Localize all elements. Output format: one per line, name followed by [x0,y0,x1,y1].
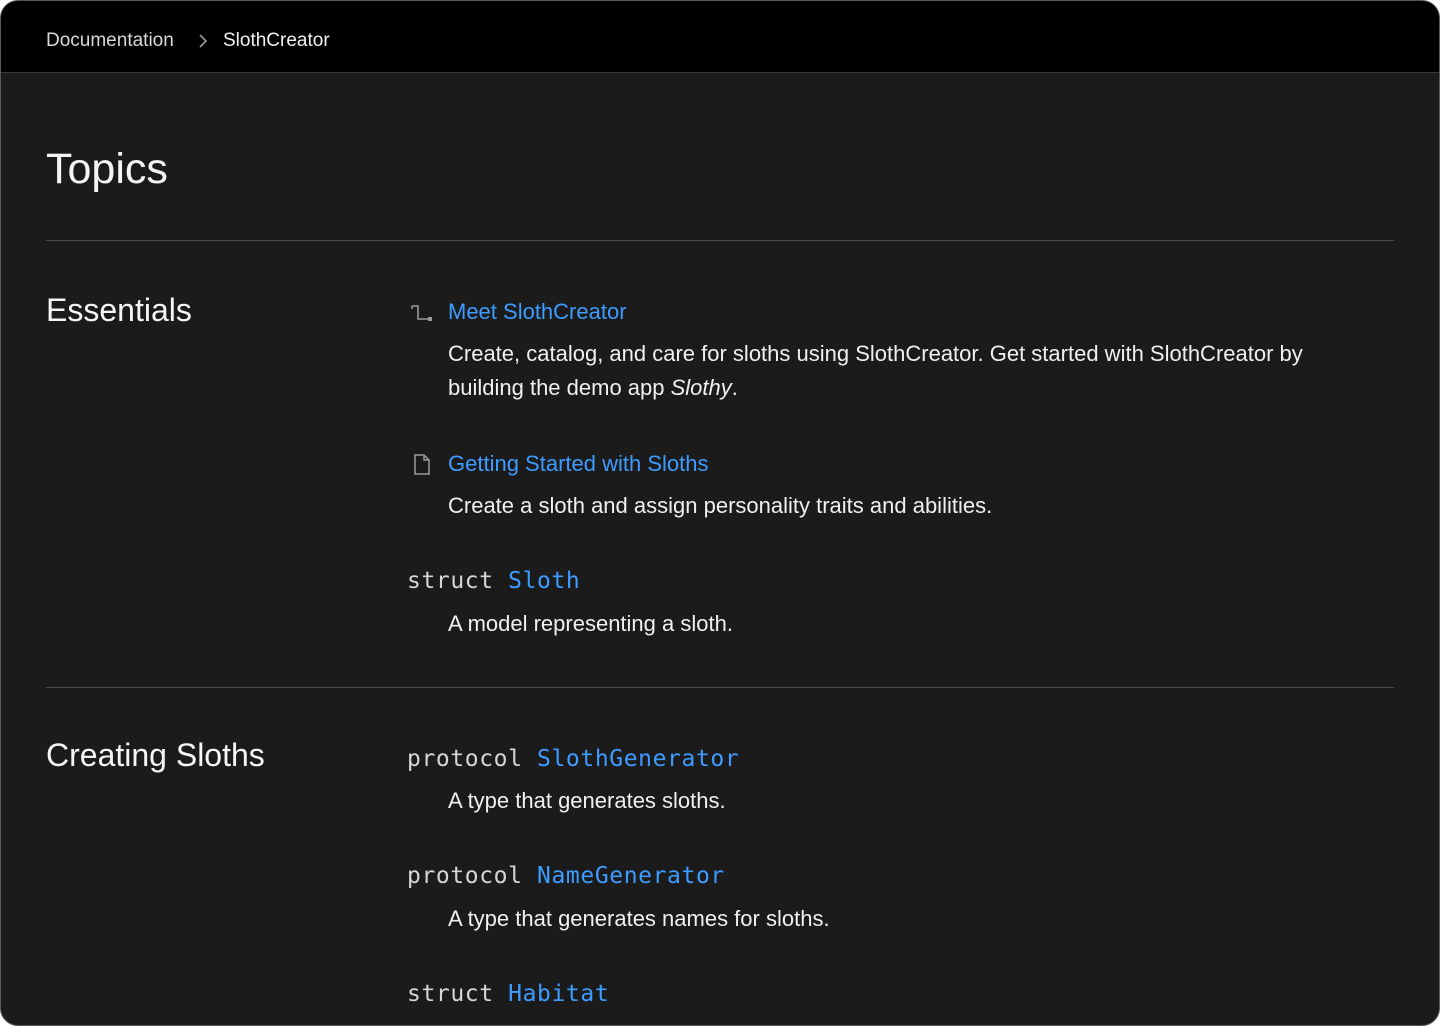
slothgenerator-symbol-link[interactable]: SlothGenerator [537,746,739,772]
section-title-creating-sloths: Creating Sloths [46,737,265,773]
getting-started-link[interactable]: Getting Started with Sloths [448,451,708,477]
protocol-keyword: protocol [407,746,523,772]
slothy-emphasis: Slothy [670,375,732,400]
protocol-keyword: protocol [407,863,523,889]
namegenerator-declaration: protocol NameGenerator [407,862,725,890]
navigation-bar: Documentation SlothCreator [1,1,1439,73]
breadcrumb-documentation[interactable]: Documentation [46,30,174,52]
section-title-essentials: Essentials [46,292,192,328]
namegenerator-description: A type that generates names for sloths. [448,906,830,931]
habitat-declaration: struct Habitat [407,980,609,1008]
article-icon [414,454,430,475]
struct-keyword: struct [407,568,494,594]
meet-slothcreator-link[interactable]: Meet SlothCreator [448,299,627,325]
namegenerator-symbol-link[interactable]: NameGenerator [537,863,725,889]
struct-keyword: struct [407,981,494,1007]
habitat-symbol-link[interactable]: Habitat [508,981,609,1007]
sloth-symbol-link[interactable]: Sloth [508,568,580,594]
section-divider [46,687,1394,688]
chevron-right-icon [199,34,208,48]
tutorial-icon [411,305,432,321]
getting-started-description: Create a sloth and assign personality tr… [448,493,993,518]
sloth-declaration: struct Sloth [407,567,580,595]
page-title: Topics [46,145,168,193]
sloth-description: A model representing a sloth. [448,611,733,636]
slothgenerator-description: A type that generates sloths. [448,788,726,813]
meet-slothcreator-description: Create, catalog, and care for sloths usi… [448,341,1303,400]
slothgenerator-declaration: protocol SlothGenerator [407,745,739,773]
section-divider [46,240,1394,241]
breadcrumb-current: SlothCreator [223,30,330,51]
documentation-window: Documentation SlothCreator Topics Essent… [0,0,1440,1026]
